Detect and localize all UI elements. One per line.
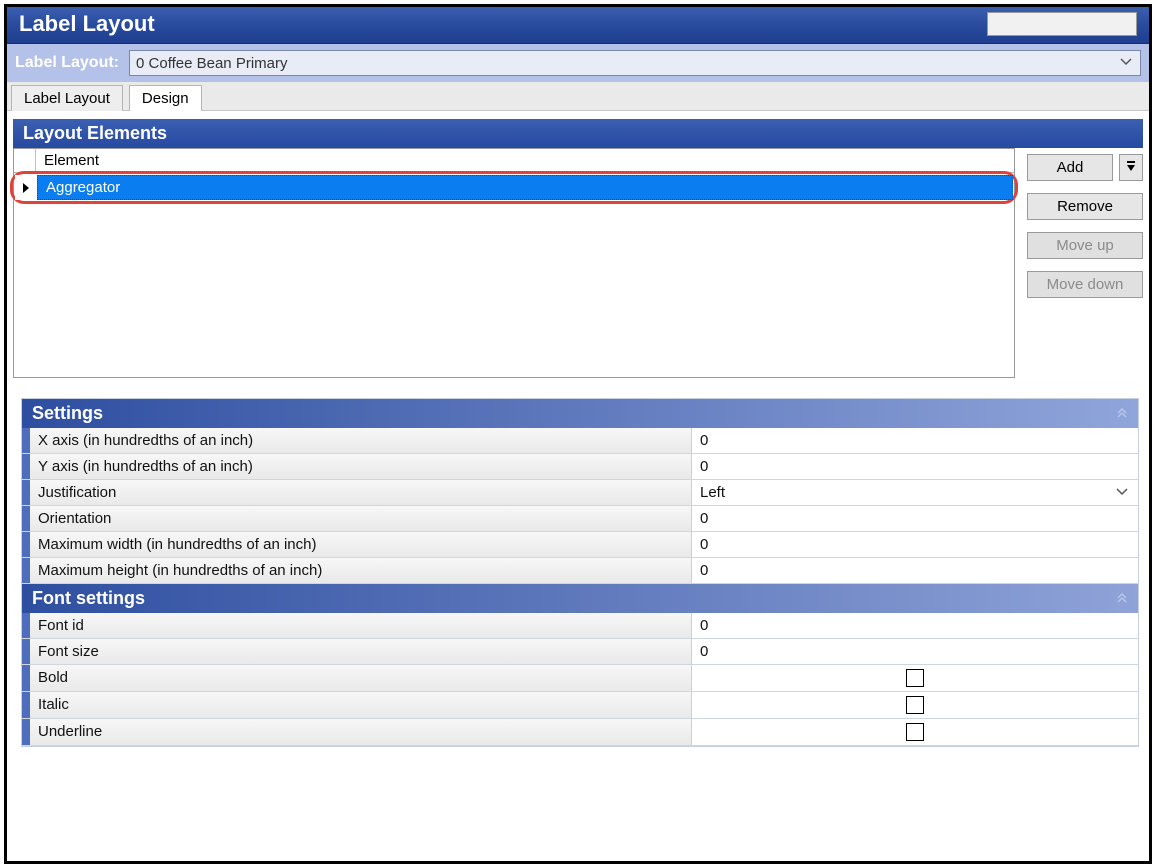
- prop-max-height: Maximum height (in hundredths of an inch…: [22, 558, 1138, 584]
- prop-label: Orientation: [30, 506, 692, 531]
- prop-y-axis: Y axis (in hundredths of an inch) 0: [22, 454, 1138, 480]
- prop-label: X axis (in hundredths of an inch): [30, 428, 692, 453]
- settings-section-header[interactable]: Settings: [22, 399, 1138, 428]
- add-dropdown-button[interactable]: [1119, 154, 1143, 181]
- prop-label: Y axis (in hundredths of an inch): [30, 454, 692, 479]
- checkbox-icon[interactable]: [906, 669, 924, 687]
- page-title: Label Layout: [19, 11, 155, 37]
- prop-justification-value[interactable]: Left: [692, 480, 1138, 505]
- elements-column-header[interactable]: Element: [36, 149, 107, 172]
- prop-y-axis-value[interactable]: 0: [692, 454, 1138, 479]
- move-down-button[interactable]: Move down: [1027, 271, 1143, 298]
- font-settings-header-text: Font settings: [32, 588, 145, 609]
- prop-label: Justification: [30, 480, 692, 505]
- prop-label: Bold: [30, 665, 692, 691]
- prop-font-id: Font id 0: [22, 613, 1138, 639]
- row-indicator-icon: [15, 175, 37, 200]
- layout-elements-panel: Layout Elements Element Aggregator: [13, 119, 1143, 378]
- collapse-icon: [1116, 591, 1128, 607]
- elements-row-value[interactable]: Aggregator: [37, 175, 1013, 200]
- move-up-button[interactable]: Move up: [1027, 232, 1143, 259]
- section-bar: [22, 428, 30, 453]
- prop-orientation: Orientation 0: [22, 506, 1138, 532]
- prop-italic-value[interactable]: [692, 692, 1138, 718]
- font-settings-section-header[interactable]: Font settings: [22, 584, 1138, 613]
- prop-font-size: Font size 0: [22, 639, 1138, 665]
- checkbox-icon[interactable]: [906, 723, 924, 741]
- tab-design[interactable]: Design: [129, 85, 202, 111]
- prop-orientation-value[interactable]: 0: [692, 506, 1138, 531]
- prop-x-axis: X axis (in hundredths of an inch) 0: [22, 428, 1138, 454]
- elements-grid-header: Element: [14, 149, 1014, 173]
- layout-selector-dropdown[interactable]: 0 Coffee Bean Primary: [129, 50, 1141, 76]
- prop-justification: Justification Left: [22, 480, 1138, 506]
- checkbox-icon[interactable]: [906, 696, 924, 714]
- layout-selector-row: Label Layout: 0 Coffee Bean Primary: [7, 44, 1149, 82]
- prop-underline-value[interactable]: [692, 719, 1138, 745]
- prop-bold: Bold: [22, 665, 1138, 692]
- properties-panel: Settings X axis (in hundredths of an inc…: [21, 398, 1139, 747]
- layout-selector-label: Label Layout:: [15, 54, 119, 72]
- chevron-down-icon: [1120, 58, 1134, 68]
- collapse-icon: [1116, 406, 1128, 422]
- title-bar: Label Layout: [7, 7, 1149, 44]
- prop-max-width: Maximum width (in hundredths of an inch)…: [22, 532, 1138, 558]
- prop-max-width-value[interactable]: 0: [692, 532, 1138, 557]
- layout-elements-header: Layout Elements: [13, 119, 1143, 148]
- title-bar-right-box: [987, 12, 1137, 36]
- add-button[interactable]: Add: [1027, 154, 1113, 181]
- layout-selector-value: 0 Coffee Bean Primary: [136, 55, 287, 72]
- prop-label: Font size: [30, 639, 692, 664]
- settings-header-text: Settings: [32, 403, 103, 424]
- prop-bold-value[interactable]: [692, 665, 1138, 691]
- elements-grid-row-highlighted[interactable]: Aggregator: [10, 171, 1018, 204]
- prop-label: Maximum height (in hundredths of an inch…: [30, 558, 692, 583]
- tab-label-layout[interactable]: Label Layout: [11, 85, 123, 111]
- prop-underline: Underline: [22, 719, 1138, 746]
- prop-italic: Italic: [22, 692, 1138, 719]
- prop-label: Maximum width (in hundredths of an inch): [30, 532, 692, 557]
- prop-font-size-value[interactable]: 0: [692, 639, 1138, 664]
- remove-button[interactable]: Remove: [1027, 193, 1143, 220]
- layout-elements-title: Layout Elements: [23, 123, 167, 144]
- dropdown-arrow-icon: [1125, 159, 1137, 176]
- prop-x-axis-value[interactable]: 0: [692, 428, 1138, 453]
- row-handle-header: [14, 149, 36, 172]
- prop-label: Font id: [30, 613, 692, 638]
- chevron-down-icon: [1116, 488, 1130, 498]
- tab-strip: Label Layout Design: [7, 82, 1149, 111]
- elements-button-column: Add Remove Move up Move down: [1027, 154, 1143, 298]
- prop-label: Italic: [30, 692, 692, 718]
- elements-grid[interactable]: Element Aggregator: [13, 148, 1015, 378]
- prop-font-id-value[interactable]: 0: [692, 613, 1138, 638]
- prop-label: Underline: [30, 719, 692, 745]
- prop-max-height-value[interactable]: 0: [692, 558, 1138, 583]
